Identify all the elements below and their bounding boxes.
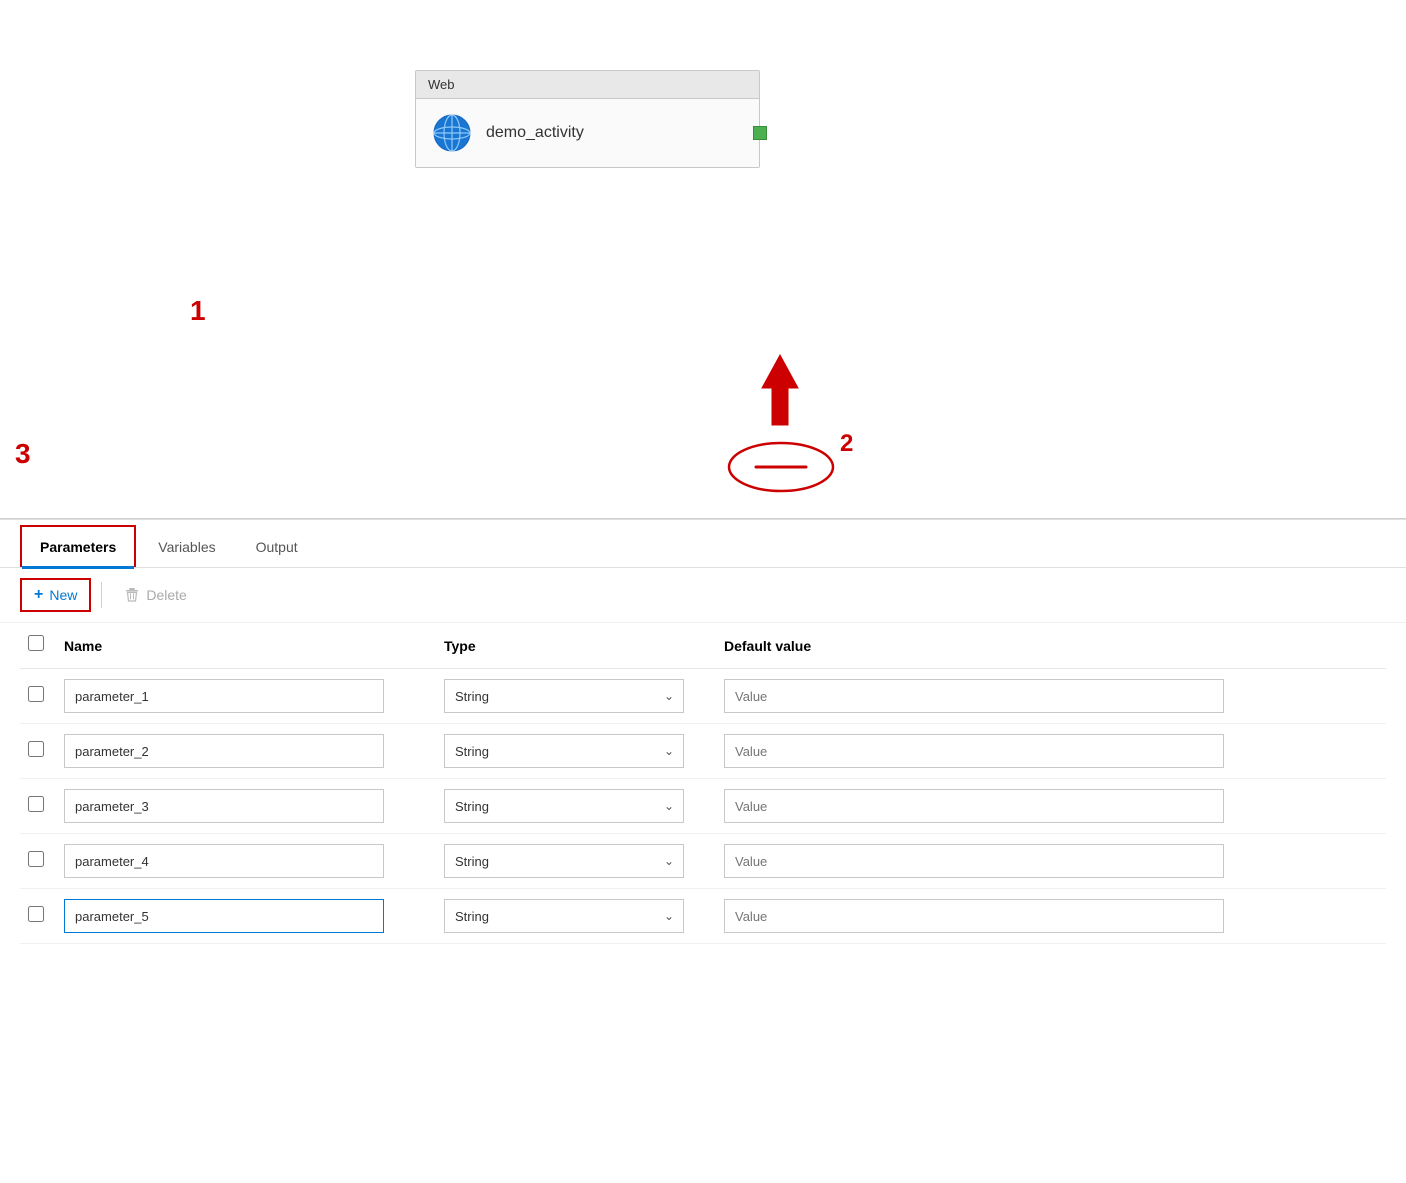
row-2-checkbox[interactable] bbox=[28, 741, 44, 757]
row-2-type-cell: String Int Float Bool Array Object ⌄ bbox=[444, 734, 724, 768]
row-2-name-input[interactable] bbox=[64, 734, 384, 768]
row-5-name-cell bbox=[64, 899, 444, 933]
row-3-type-select[interactable]: String Int Float Bool Array Object bbox=[444, 789, 684, 823]
row-3-default-input[interactable] bbox=[724, 789, 1224, 823]
row-5-default-input[interactable] bbox=[724, 899, 1224, 933]
bottom-panel: Parameters Variables Output + New Delete bbox=[0, 520, 1406, 944]
canvas-divider bbox=[0, 518, 1406, 519]
annotation-1: 1 bbox=[190, 295, 206, 327]
row-1-name-cell bbox=[64, 679, 444, 713]
row-1-type-cell: String Int Float Bool Array Object ⌄ bbox=[444, 679, 724, 713]
table-row: String Int Float Bool Array Object ⌄ bbox=[20, 724, 1386, 779]
row-5-default-cell bbox=[724, 899, 1378, 933]
row-4-name-cell bbox=[64, 844, 444, 878]
table-row: String Int Float Bool Array Object ⌄ bbox=[20, 779, 1386, 834]
activity-node-header: Web bbox=[416, 71, 759, 99]
row-1-name-input[interactable] bbox=[64, 679, 384, 713]
row-5-name-input[interactable] bbox=[64, 899, 384, 933]
table-header: Name Type Default value bbox=[20, 623, 1386, 669]
annotation-2: 2 bbox=[840, 430, 853, 458]
arrow-annotation bbox=[740, 350, 820, 440]
trash-icon bbox=[124, 587, 140, 603]
tab-parameters[interactable]: Parameters bbox=[20, 525, 136, 567]
table-row: String Int Float Bool Array Object ⌄ bbox=[20, 669, 1386, 724]
row-3-name-cell bbox=[64, 789, 444, 823]
activity-node[interactable]: Web demo_activity bbox=[415, 70, 760, 168]
row-2-default-input[interactable] bbox=[724, 734, 1224, 768]
row-5-type-cell: String Int Float Bool Array Object ⌄ bbox=[444, 899, 724, 933]
toolbar-divider bbox=[101, 582, 102, 608]
delete-button[interactable]: Delete bbox=[112, 581, 198, 609]
canvas-area: Web demo_activity 1 3 2 bbox=[0, 0, 1406, 520]
row-4-checkbox-cell bbox=[28, 851, 64, 872]
row-2-checkbox-cell bbox=[28, 741, 64, 762]
toolbar: + New Delete bbox=[0, 568, 1406, 623]
row-2-default-cell bbox=[724, 734, 1378, 768]
row-1-default-input[interactable] bbox=[724, 679, 1224, 713]
row-1-checkbox[interactable] bbox=[28, 686, 44, 702]
activity-name: demo_activity bbox=[486, 124, 584, 142]
table-row: String Int Float Bool Array Object ⌄ bbox=[20, 834, 1386, 889]
row-4-name-input[interactable] bbox=[64, 844, 384, 878]
globe-icon bbox=[432, 113, 472, 153]
col-type-header: Type bbox=[444, 638, 724, 654]
row-5-checkbox-cell bbox=[28, 906, 64, 927]
row-3-type-cell: String Int Float Bool Array Object ⌄ bbox=[444, 789, 724, 823]
row-4-default-input[interactable] bbox=[724, 844, 1224, 878]
activity-status-dot bbox=[753, 126, 767, 140]
row-3-checkbox-cell bbox=[28, 796, 64, 817]
tab-bar: Parameters Variables Output bbox=[0, 520, 1406, 568]
row-4-type-cell: String Int Float Bool Array Object ⌄ bbox=[444, 844, 724, 878]
annotation-3: 3 bbox=[15, 438, 31, 470]
new-button-label: New bbox=[49, 587, 77, 603]
row-2-name-cell bbox=[64, 734, 444, 768]
tab-output[interactable]: Output bbox=[238, 527, 316, 567]
minus-circle-annotation bbox=[726, 440, 836, 494]
new-button[interactable]: + New bbox=[20, 578, 91, 612]
row-4-type-select[interactable]: String Int Float Bool Array Object bbox=[444, 844, 684, 878]
row-4-checkbox[interactable] bbox=[28, 851, 44, 867]
col-default-header: Default value bbox=[724, 638, 1378, 654]
header-checkbox-cell bbox=[28, 635, 64, 656]
row-5-checkbox[interactable] bbox=[28, 906, 44, 922]
row-1-default-cell bbox=[724, 679, 1378, 713]
row-1-checkbox-cell bbox=[28, 686, 64, 707]
row-4-default-cell bbox=[724, 844, 1378, 878]
row-3-default-cell bbox=[724, 789, 1378, 823]
delete-button-label: Delete bbox=[146, 587, 186, 603]
plus-icon: + bbox=[34, 586, 43, 604]
row-5-type-select[interactable]: String Int Float Bool Array Object bbox=[444, 899, 684, 933]
row-2-type-select[interactable]: String Int Float Bool Array Object bbox=[444, 734, 684, 768]
tab-variables[interactable]: Variables bbox=[140, 527, 233, 567]
select-all-checkbox[interactable] bbox=[28, 635, 44, 651]
row-3-checkbox[interactable] bbox=[28, 796, 44, 812]
table-row: String Int Float Bool Array Object ⌄ bbox=[20, 889, 1386, 944]
col-name-header: Name bbox=[64, 638, 444, 654]
row-1-type-select[interactable]: String Int Float Bool Array Object bbox=[444, 679, 684, 713]
row-3-name-input[interactable] bbox=[64, 789, 384, 823]
params-table: Name Type Default value String Int Float… bbox=[0, 623, 1406, 944]
